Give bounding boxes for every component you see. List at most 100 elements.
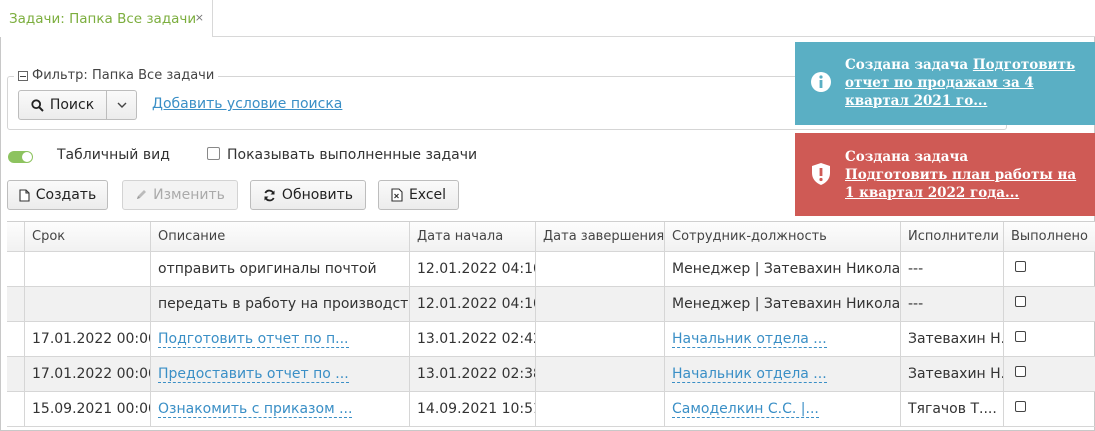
- table-view-toggle[interactable]: [8, 151, 33, 163]
- done-checkbox[interactable]: [1015, 365, 1026, 377]
- cell-due: 17.01.2022 00:00: [25, 322, 151, 356]
- cell-description: Подготовить отчет по п...: [151, 322, 410, 356]
- table-view-label: Табличный вид: [57, 147, 170, 163]
- close-icon[interactable]: ×: [195, 11, 204, 24]
- create-button[interactable]: Создать: [7, 180, 108, 210]
- cell-done: [1004, 322, 1095, 356]
- cell-end: [536, 252, 665, 286]
- collapse-icon[interactable]: [18, 70, 28, 81]
- cell-start: 12.01.2022 04:10: [410, 252, 536, 286]
- cell-assignees: Тягачов Т....: [901, 392, 1004, 426]
- show-completed-checkbox[interactable]: [207, 147, 220, 160]
- excel-button-label: Excel: [408, 187, 447, 203]
- table-row[interactable]: отправить оригиналы почтой 12.01.2022 04…: [7, 252, 1095, 287]
- search-button-label: Поиск: [49, 97, 95, 113]
- cell-description: Предоставить отчет по ...: [151, 357, 410, 391]
- cell-assignees: ---: [901, 252, 1004, 286]
- tab-bar: Задачи: Папка Все задачи ×: [0, 0, 1095, 37]
- error-notification-prefix: Создана задача: [845, 149, 969, 165]
- error-notification-text: Создана задача Подготовить план работы н…: [845, 148, 1085, 202]
- cell-end: [536, 392, 665, 426]
- cell-due: [25, 252, 151, 286]
- column-header-due[interactable]: Срок: [25, 222, 151, 251]
- cell-end: [536, 322, 665, 356]
- cell-employee: Менеджер | Затевахин Николай: [665, 287, 901, 321]
- row-selector[interactable]: [7, 287, 25, 321]
- row-selector[interactable]: [7, 252, 25, 286]
- cell-start: 14.09.2021 10:51: [410, 392, 536, 426]
- error-notification[interactable]: Создана задача Подготовить план работы н…: [795, 133, 1095, 216]
- column-header-employee[interactable]: Сотрудник-должность: [665, 222, 901, 251]
- column-header-done[interactable]: Выполнено: [1004, 222, 1095, 251]
- error-notification-link[interactable]: Подготовить план работы на 1 квартал 202…: [845, 167, 1076, 201]
- search-options-dropdown[interactable]: [107, 90, 137, 120]
- info-notification-prefix: Создана задача: [845, 57, 973, 73]
- column-header-assignees[interactable]: Исполнители: [901, 222, 1004, 251]
- cell-start: 13.01.2022 02:38: [410, 357, 536, 391]
- cell-due: 17.01.2022 00:00: [25, 357, 151, 391]
- header-selector: [7, 222, 25, 251]
- cell-employee: Менеджер | Затевахин Николай: [665, 252, 901, 286]
- info-icon: [810, 71, 832, 98]
- cell-employee: Начальник отдела ...: [665, 357, 901, 391]
- add-search-condition-link[interactable]: Добавить условие поиска: [152, 96, 342, 112]
- show-completed-label: Показывать выполненные задачи: [227, 147, 478, 163]
- chevron-down-icon: [117, 102, 127, 108]
- tasks-table: Срок Описание Дата начала Дата завершени…: [7, 221, 1095, 427]
- cell-done: [1004, 287, 1095, 321]
- cell-done: [1004, 252, 1095, 286]
- row-selector[interactable]: [7, 392, 25, 426]
- search-button[interactable]: Поиск: [18, 90, 107, 120]
- pencil-icon: [135, 189, 147, 201]
- employee-link[interactable]: Начальник отдела ...: [672, 331, 827, 348]
- filter-legend[interactable]: Фильтр: Папка Все задачи: [14, 68, 219, 83]
- table-row[interactable]: 17.01.2022 00:00 Подготовить отчет по п.…: [7, 322, 1095, 357]
- done-checkbox[interactable]: [1015, 400, 1026, 412]
- search-button-group: Поиск: [18, 90, 137, 120]
- shield-alert-icon: [810, 162, 832, 191]
- task-link[interactable]: Предоставить отчет по ...: [158, 366, 349, 383]
- task-link[interactable]: Ознакомить с приказом ...: [158, 401, 353, 418]
- cell-assignees: ---: [901, 287, 1004, 321]
- done-checkbox[interactable]: [1015, 330, 1026, 342]
- cell-due: 15.09.2021 00:00: [25, 392, 151, 426]
- table-header-row: Срок Описание Дата начала Дата завершени…: [7, 222, 1095, 252]
- refresh-button-label: Обновить: [281, 187, 354, 203]
- filter-legend-label: Фильтр: Папка Все задачи: [32, 68, 215, 83]
- refresh-icon: [263, 189, 276, 202]
- table-row[interactable]: передать в работу на производство 12.01.…: [7, 287, 1095, 322]
- table-row[interactable]: 17.01.2022 00:00 Предоставить отчет по .…: [7, 357, 1095, 392]
- cell-end: [536, 287, 665, 321]
- cell-start: 13.01.2022 02:42: [410, 322, 536, 356]
- cell-employee: Начальник отдела ...: [665, 322, 901, 356]
- row-selector[interactable]: [7, 322, 25, 356]
- task-link[interactable]: Подготовить отчет по п...: [158, 331, 349, 348]
- edit-button-label: Изменить: [153, 187, 225, 203]
- info-notification-text: Создана задача Подготовить отчет по прод…: [845, 56, 1085, 110]
- cell-end: [536, 357, 665, 391]
- cell-done: [1004, 357, 1095, 391]
- cell-start: 12.01.2022 04:10: [410, 287, 536, 321]
- employee-link[interactable]: Самоделкин С.С. |...: [672, 401, 819, 418]
- cell-assignees: Затевахин Н.: [901, 357, 1004, 391]
- info-notification[interactable]: Создана задача Подготовить отчет по прод…: [795, 42, 1095, 125]
- table-row[interactable]: 15.09.2021 00:00 Ознакомить с приказом .…: [7, 392, 1095, 427]
- column-header-end[interactable]: Дата завершения: [536, 222, 665, 251]
- cell-description: отправить оригиналы почтой: [151, 252, 410, 286]
- employee-link[interactable]: Начальник отдела ...: [672, 366, 827, 383]
- cell-assignees: Затевахин Н.: [901, 322, 1004, 356]
- tab-tasks-all[interactable]: Задачи: Папка Все задачи ×: [0, 0, 213, 37]
- cell-done: [1004, 392, 1095, 426]
- edit-button[interactable]: Изменить: [122, 180, 238, 210]
- done-checkbox[interactable]: [1015, 295, 1026, 307]
- create-button-label: Создать: [35, 187, 97, 203]
- toggle-knob: [22, 152, 32, 162]
- refresh-button[interactable]: Обновить: [250, 180, 366, 210]
- search-icon: [31, 98, 44, 112]
- cell-description: Ознакомить с приказом ...: [151, 392, 410, 426]
- column-header-start[interactable]: Дата начала: [410, 222, 536, 251]
- excel-export-button[interactable]: Excel: [378, 180, 459, 210]
- column-header-description[interactable]: Описание: [151, 222, 410, 251]
- done-checkbox[interactable]: [1015, 260, 1026, 272]
- row-selector[interactable]: [7, 357, 25, 391]
